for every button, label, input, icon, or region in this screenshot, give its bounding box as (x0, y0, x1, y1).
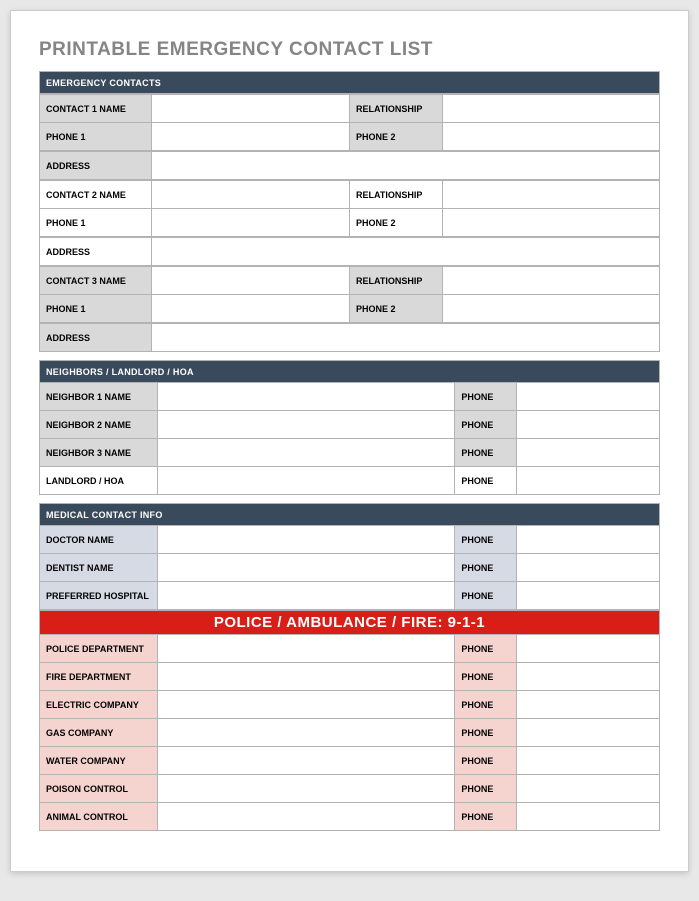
phone-label: PHONE (455, 554, 517, 582)
neighbors-header: NEIGHBORS / LANDLORD / HOA (40, 361, 660, 383)
neighbor-label: NEIGHBOR 2 NAME (40, 411, 158, 439)
address-input[interactable] (151, 324, 659, 352)
service-phone-input[interactable] (517, 747, 660, 775)
phone1-input[interactable] (151, 295, 349, 323)
relationship-input[interactable] (442, 95, 659, 123)
service-name-input[interactable] (157, 775, 455, 803)
phone-label: PHONE (455, 719, 517, 747)
neighbors-table: NEIGHBORS / LANDLORD / HOA NEIGHBOR 1 NA… (39, 360, 660, 495)
contact-name-label: CONTACT 2 NAME (40, 181, 152, 209)
address-label: ADDRESS (40, 238, 152, 266)
service-label: FIRE DEPARTMENT (40, 663, 158, 691)
relationship-label: RELATIONSHIP (349, 181, 442, 209)
phone1-label: PHONE 1 (40, 295, 152, 323)
address-label: ADDRESS (40, 152, 152, 180)
medical-name-input[interactable] (157, 554, 455, 582)
relationship-label: RELATIONSHIP (349, 95, 442, 123)
address-label: ADDRESS (40, 324, 152, 352)
contact-name-input[interactable] (151, 267, 349, 295)
service-label: GAS COMPANY (40, 719, 158, 747)
medical-label: PREFERRED HOSPITAL (40, 582, 158, 610)
phone-label: PHONE (455, 411, 517, 439)
service-name-input[interactable] (157, 663, 455, 691)
medical-phone-input[interactable] (517, 582, 660, 610)
medical-name-input[interactable] (157, 526, 455, 554)
phone-label: PHONE (455, 635, 517, 663)
relationship-input[interactable] (442, 181, 659, 209)
services-header: POLICE / AMBULANCE / FIRE: 9-1-1 (40, 611, 660, 635)
service-phone-input[interactable] (517, 719, 660, 747)
phone-label: PHONE (455, 691, 517, 719)
relationship-input[interactable] (442, 267, 659, 295)
service-name-input[interactable] (157, 691, 455, 719)
neighbor-name-input[interactable] (157, 411, 455, 439)
service-label: POLICE DEPARTMENT (40, 635, 158, 663)
phone2-input[interactable] (442, 209, 659, 237)
service-label: ELECTRIC COMPANY (40, 691, 158, 719)
address-input[interactable] (151, 152, 659, 180)
medical-header: MEDICAL CONTACT INFO (40, 504, 660, 526)
phone2-input[interactable] (442, 295, 659, 323)
medical-label: DENTIST NAME (40, 554, 158, 582)
phone-label: PHONE (455, 439, 517, 467)
service-label: ANIMAL CONTROL (40, 803, 158, 831)
service-name-input[interactable] (157, 719, 455, 747)
contact-name-label: CONTACT 1 NAME (40, 95, 152, 123)
service-name-input[interactable] (157, 803, 455, 831)
phone2-input[interactable] (442, 123, 659, 151)
phone-label: PHONE (455, 526, 517, 554)
phone1-input[interactable] (151, 209, 349, 237)
relationship-label: RELATIONSHIP (349, 267, 442, 295)
contact-name-label: CONTACT 3 NAME (40, 267, 152, 295)
phone1-label: PHONE 1 (40, 209, 152, 237)
phone1-label: PHONE 1 (40, 123, 152, 151)
medical-label: DOCTOR NAME (40, 526, 158, 554)
service-phone-input[interactable] (517, 775, 660, 803)
phone-label: PHONE (455, 383, 517, 411)
phone-label: PHONE (455, 467, 517, 495)
service-label: WATER COMPANY (40, 747, 158, 775)
phone1-input[interactable] (151, 123, 349, 151)
neighbor-label: NEIGHBOR 3 NAME (40, 439, 158, 467)
phone2-label: PHONE 2 (349, 123, 442, 151)
service-phone-input[interactable] (517, 803, 660, 831)
document-title: PRINTABLE EMERGENCY CONTACT LIST (39, 39, 660, 61)
neighbor-phone-input[interactable] (517, 411, 660, 439)
neighbor-phone-input[interactable] (517, 467, 660, 495)
phone-label: PHONE (455, 582, 517, 610)
phone2-label: PHONE 2 (349, 295, 442, 323)
service-name-input[interactable] (157, 635, 455, 663)
contact-name-input[interactable] (151, 181, 349, 209)
neighbor-label: NEIGHBOR 1 NAME (40, 383, 158, 411)
service-label: POISON CONTROL (40, 775, 158, 803)
neighbor-name-input[interactable] (157, 439, 455, 467)
phone-label: PHONE (455, 747, 517, 775)
medical-phone-input[interactable] (517, 526, 660, 554)
service-phone-input[interactable] (517, 691, 660, 719)
neighbor-phone-input[interactable] (517, 383, 660, 411)
page: PRINTABLE EMERGENCY CONTACT LIST EMERGEN… (10, 10, 689, 872)
neighbor-name-input[interactable] (157, 467, 455, 495)
service-phone-input[interactable] (517, 663, 660, 691)
medical-name-input[interactable] (157, 582, 455, 610)
emergency-header: EMERGENCY CONTACTS (40, 72, 660, 94)
emergency-contacts-table: EMERGENCY CONTACTS (39, 71, 660, 94)
medical-table: MEDICAL CONTACT INFO DOCTOR NAME PHONE D… (39, 503, 660, 610)
phone-label: PHONE (455, 803, 517, 831)
phone-label: PHONE (455, 775, 517, 803)
service-phone-input[interactable] (517, 635, 660, 663)
contact-name-input[interactable] (151, 95, 349, 123)
medical-phone-input[interactable] (517, 554, 660, 582)
neighbor-label: LANDLORD / HOA (40, 467, 158, 495)
neighbor-name-input[interactable] (157, 383, 455, 411)
phone2-label: PHONE 2 (349, 209, 442, 237)
service-name-input[interactable] (157, 747, 455, 775)
phone-label: PHONE (455, 663, 517, 691)
services-table: POLICE / AMBULANCE / FIRE: 9-1-1 POLICE … (39, 610, 660, 831)
address-input[interactable] (151, 238, 659, 266)
neighbor-phone-input[interactable] (517, 439, 660, 467)
